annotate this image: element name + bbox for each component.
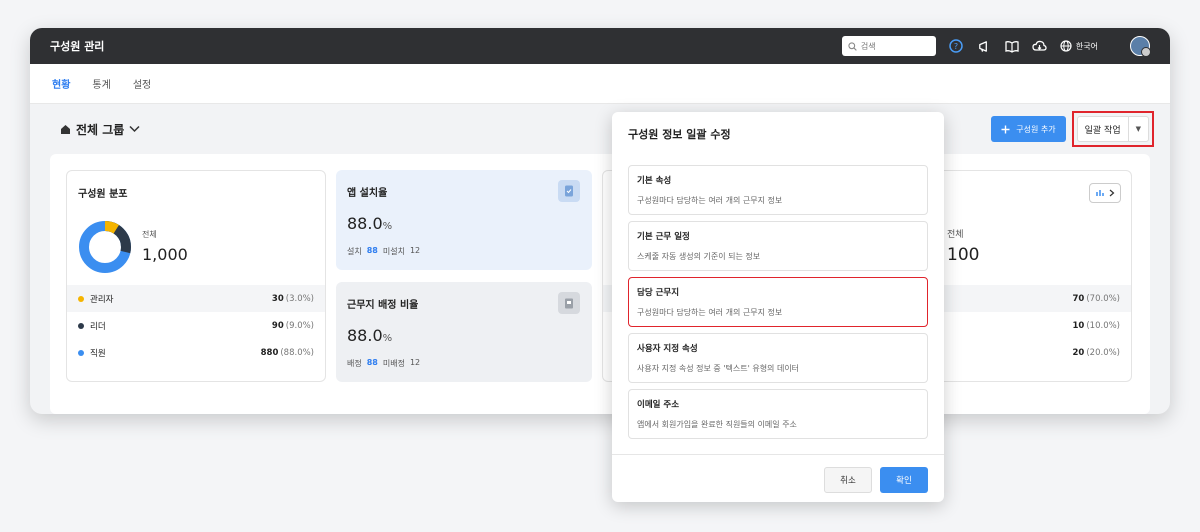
add-member-button[interactable]: 구성원 추가 bbox=[991, 116, 1066, 142]
building-icon bbox=[558, 292, 580, 314]
option-title: 기본 속성 bbox=[637, 176, 672, 186]
option-description: 구성원마다 담당하는 여러 개의 근무지 정보 bbox=[637, 308, 783, 317]
cancel-button[interactable]: 취소 bbox=[824, 467, 872, 493]
row-count: 30 bbox=[271, 293, 284, 304]
distribution-row-admin: 관리자 30 (3.0%) bbox=[67, 285, 325, 312]
home-icon bbox=[61, 124, 70, 134]
workplace-value: 88.0% bbox=[347, 326, 393, 345]
app-title: 구성원 관리 bbox=[50, 40, 105, 53]
avatar[interactable] bbox=[1130, 36, 1151, 57]
workplace-title: 근무지 배정 비율 bbox=[347, 300, 419, 311]
confirm-button[interactable]: 확인 bbox=[880, 467, 928, 493]
plus-icon bbox=[1001, 125, 1010, 133]
option-email-address[interactable]: 이메일 주소 앱에서 회원가입을 완료한 직원들의 이메일 주소 bbox=[628, 389, 928, 439]
row-count: 90 bbox=[271, 320, 284, 331]
bulk-action-highlight: 일괄 작업 ▼ bbox=[1071, 111, 1154, 147]
option-description: 사용자 지정 속성 정보 중 '텍스트' 유형의 데이터 bbox=[637, 364, 800, 373]
option-custom-attributes[interactable]: 사용자 지정 속성 사용자 지정 속성 정보 중 '텍스트' 유형의 데이터 bbox=[628, 333, 928, 383]
option-description: 앱에서 회원가입을 완료한 직원들의 이메일 주소 bbox=[637, 420, 797, 429]
right-total-value: 100 bbox=[947, 245, 980, 265]
bar-chart-icon bbox=[1095, 190, 1104, 196]
toolbar: 전체 그룹 구성원 추가 일괄 작업 ▼ bbox=[30, 104, 1170, 154]
dashboard-panel: 구성원 분포 전체 1,000 관리자 30 (3.0%) 리더 90 (9.0… bbox=[50, 154, 1150, 414]
row-percent: (3.0%) bbox=[285, 293, 314, 304]
distribution-row-leader: 리더 90 (9.0%) bbox=[67, 312, 325, 339]
app-window: 구성원 관리 ? 한국어 현황 bbox=[30, 28, 1170, 414]
modal-title: 구성원 정보 일괄 수정 bbox=[628, 128, 731, 141]
distribution-total-label: 전체 bbox=[142, 230, 157, 239]
top-bar: 구성원 관리 ? 한국어 bbox=[30, 28, 1170, 64]
option-description: 구성원마다 담당하는 여러 개의 근무지 정보 bbox=[637, 196, 783, 205]
tab-settings[interactable]: 설정 bbox=[133, 76, 151, 91]
option-title: 이메일 주소 bbox=[637, 400, 680, 410]
chevron-down-icon bbox=[129, 125, 140, 133]
right-total-label: 전체 bbox=[947, 230, 964, 240]
search-input[interactable] bbox=[860, 41, 921, 51]
bulk-action-button[interactable]: 일괄 작업 ▼ bbox=[1076, 116, 1149, 142]
globe-icon bbox=[1060, 40, 1072, 52]
tab-statistics[interactable]: 통계 bbox=[92, 76, 110, 91]
row-label: 리더 bbox=[90, 321, 106, 332]
tab-bar: 현황 통계 설정 bbox=[30, 64, 1170, 104]
app-install-title: 앱 설치율 bbox=[347, 188, 388, 199]
tab-overview[interactable]: 현황 bbox=[52, 76, 70, 91]
legend-dot bbox=[78, 349, 84, 356]
help-icon[interactable]: ? bbox=[948, 38, 964, 54]
bulk-edit-modal: 구성원 정보 일괄 수정 기본 속성 구성원마다 담당하는 여러 개의 근무지 … bbox=[612, 112, 944, 502]
language-label: 한국어 bbox=[1075, 41, 1098, 51]
distribution-title: 구성원 분포 bbox=[78, 189, 128, 200]
cloud-download-icon[interactable] bbox=[1032, 38, 1048, 54]
chart-view-button[interactable] bbox=[1089, 183, 1121, 203]
search-box[interactable] bbox=[841, 36, 936, 56]
option-title: 사용자 지정 속성 bbox=[637, 344, 698, 354]
book-icon[interactable] bbox=[1004, 38, 1020, 54]
distribution-total-value: 1,000 bbox=[142, 245, 188, 264]
app-install-breakdown: 설치 88 미설치 12 bbox=[347, 246, 421, 256]
add-member-label: 구성원 추가 bbox=[1016, 124, 1056, 134]
app-install-card: 앱 설치율 88.0% 설치 88 미설치 12 bbox=[336, 170, 592, 270]
workplace-assignment-card: 근무지 배정 비율 88.0% 배정 88 미배정 12 bbox=[336, 282, 592, 382]
dropdown-arrow-icon[interactable]: ▼ bbox=[1129, 125, 1148, 133]
legend-dot bbox=[78, 295, 84, 302]
option-description: 스케줄 자동 생성의 기준이 되는 정보 bbox=[637, 252, 761, 261]
distribution-donut-chart bbox=[79, 221, 131, 273]
option-assigned-workplace[interactable]: 담당 근무지 구성원마다 담당하는 여러 개의 근무지 정보 bbox=[628, 277, 928, 327]
row-label: 관리자 bbox=[90, 294, 114, 305]
option-basic-schedule[interactable]: 기본 근무 일정 스케줄 자동 생성의 기준이 되는 정보 bbox=[628, 221, 928, 271]
bulk-action-label: 일괄 작업 bbox=[1078, 117, 1129, 141]
option-basic-attributes[interactable]: 기본 속성 구성원마다 담당하는 여러 개의 근무지 정보 bbox=[628, 165, 928, 215]
option-title: 기본 근무 일정 bbox=[637, 232, 690, 242]
legend-dot bbox=[78, 322, 84, 329]
distribution-row-employee: 직원 880 (88.0%) bbox=[67, 339, 325, 366]
language-selector[interactable]: 한국어 bbox=[1060, 40, 1098, 52]
row-count: 880 bbox=[260, 347, 279, 358]
modal-footer: 취소 확인 bbox=[612, 454, 944, 502]
svg-text:?: ? bbox=[954, 42, 958, 51]
row-label: 직원 bbox=[90, 348, 106, 359]
group-selector[interactable]: 전체 그룹 bbox=[60, 121, 140, 138]
chevron-right-icon bbox=[1109, 189, 1114, 197]
row-percent: (88.0%) bbox=[280, 347, 314, 358]
phone-check-icon bbox=[558, 180, 580, 202]
row-percent: (9.0%) bbox=[285, 320, 314, 331]
workplace-breakdown: 배정 88 미배정 12 bbox=[347, 358, 421, 368]
member-distribution-card: 구성원 분포 전체 1,000 관리자 30 (3.0%) 리더 90 (9.0… bbox=[66, 170, 326, 382]
option-title: 담당 근무지 bbox=[637, 288, 680, 298]
announcement-icon[interactable] bbox=[976, 38, 992, 54]
group-label: 전체 그룹 bbox=[76, 122, 125, 137]
app-install-value: 88.0% bbox=[347, 214, 393, 233]
search-icon bbox=[848, 41, 857, 51]
